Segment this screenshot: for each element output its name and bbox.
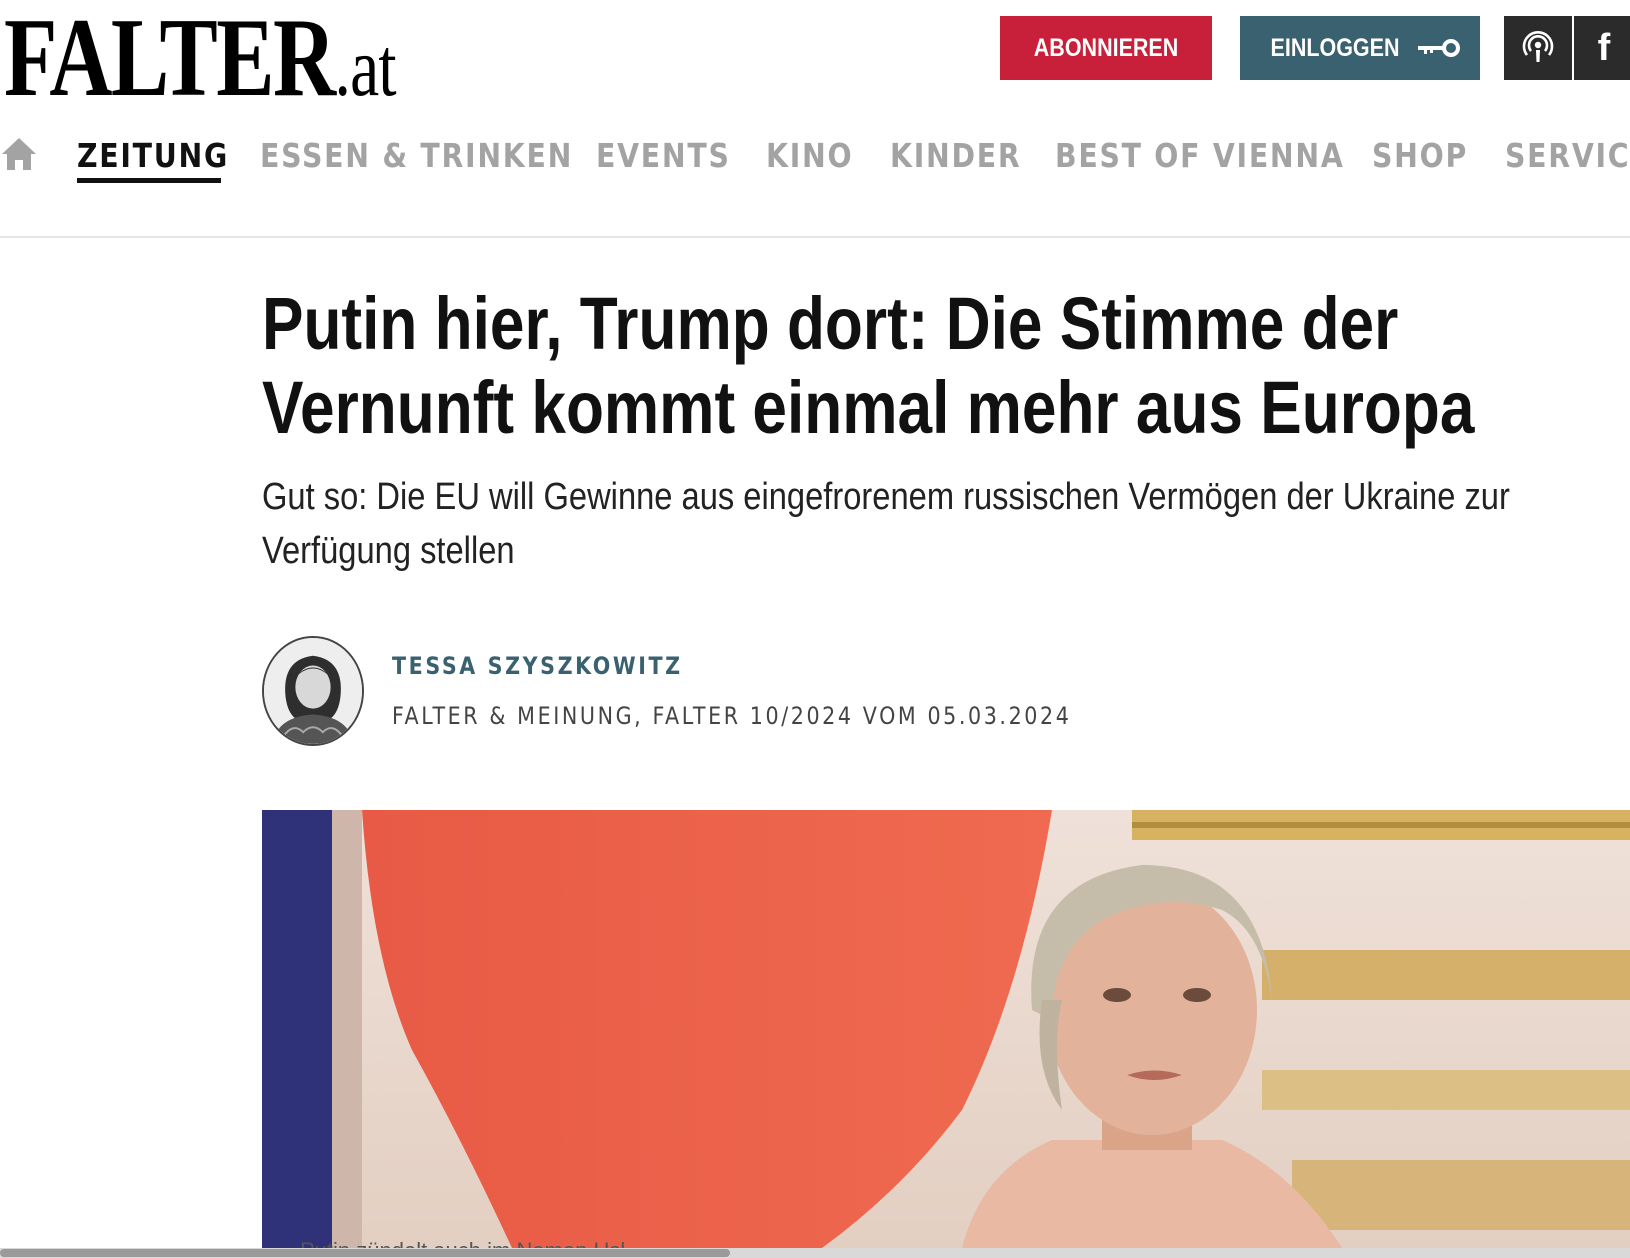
key-icon	[1418, 39, 1460, 57]
article-headline: Putin hier, Trump dort: Die Stimme der V…	[262, 282, 1475, 449]
article-image	[262, 810, 1630, 1248]
nav-item-best-of-vienna[interactable]: BEST OF VIENNA	[1055, 136, 1345, 175]
facebook-icon: f	[1597, 26, 1611, 69]
subscribe-label: ABONNIEREN	[1033, 33, 1179, 62]
logo-tld: .at	[334, 21, 396, 114]
article-photo	[262, 810, 1630, 1248]
page: FALTER.at ABONNIEREN EINLOGGEN f ZEITUNG…	[0, 0, 1630, 1258]
subscribe-button[interactable]: ABONNIEREN	[1000, 16, 1212, 80]
nav-active-underline	[77, 178, 221, 183]
author-portrait	[264, 638, 362, 744]
nav-item-kinder[interactable]: KINDER	[890, 136, 1021, 175]
nav-item-essen-trinken[interactable]: ESSEN & TRINKEN	[260, 136, 573, 175]
login-label: EINLOGGEN	[1270, 33, 1400, 62]
login-button[interactable]: EINLOGGEN	[1240, 16, 1480, 80]
horizontal-scrollbar[interactable]	[0, 1248, 1630, 1258]
podcast-button[interactable]	[1504, 16, 1572, 80]
nav-item-kino[interactable]: KINO	[766, 136, 853, 175]
author-avatar[interactable]	[262, 636, 364, 746]
nav-item-zeitung[interactable]: ZEITUNG	[77, 136, 229, 175]
article-subtitle: Gut so: Die EU will Gewinne aus eingefro…	[262, 476, 1510, 572]
nav-item-events[interactable]: EVENTS	[596, 136, 731, 175]
nav-item-shop[interactable]: SHOP	[1372, 136, 1468, 175]
home-icon[interactable]	[0, 136, 38, 172]
podcast-icon	[1522, 31, 1554, 62]
nav-item-service[interactable]: SERVICE	[1505, 136, 1630, 175]
logo-main: FALTER	[4, 0, 336, 120]
header-divider	[0, 236, 1630, 238]
article-meta: FALTER & MEINUNG, FALTER 10/2024 VOM 05.…	[392, 702, 1072, 730]
author-name[interactable]: TESSA SZYSZKOWITZ	[392, 652, 683, 680]
facebook-button[interactable]: f	[1574, 16, 1630, 80]
scrollbar-thumb[interactable]	[0, 1249, 730, 1257]
site-logo[interactable]: FALTER.at	[4, 0, 397, 123]
